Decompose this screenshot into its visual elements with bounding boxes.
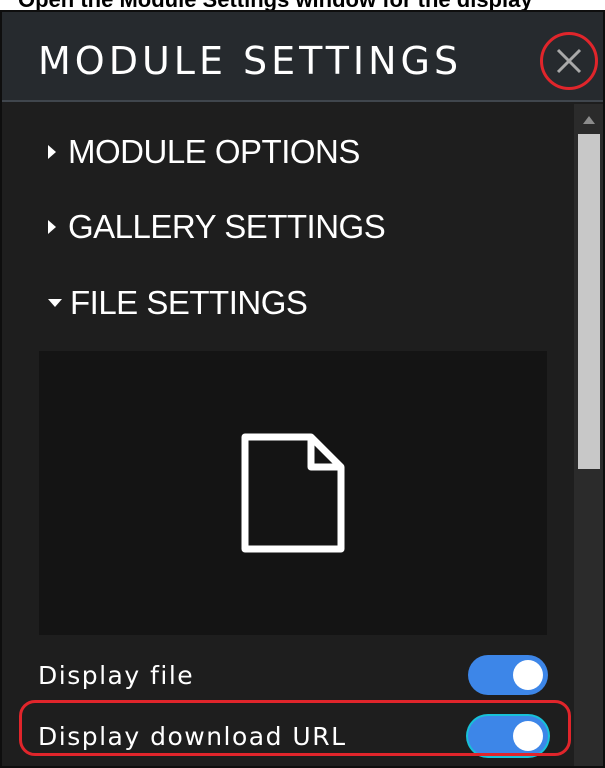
document-icon — [241, 433, 345, 553]
caret-right-icon — [48, 145, 56, 159]
top-caption-strip: Open the Module Settings window for the … — [0, 0, 605, 10]
display-file-toggle[interactable] — [468, 655, 548, 695]
file-preview[interactable] — [39, 351, 547, 635]
display-download-url-toggle[interactable] — [468, 716, 548, 756]
section-gallery-settings[interactable]: GALLERY SETTINGS — [48, 207, 386, 247]
close-x-icon — [556, 48, 582, 74]
section-file-settings[interactable]: FILE SETTINGS — [48, 283, 308, 323]
module-settings-panel: MODULE SETTINGS MODULE OPTIONS GALLERY S… — [0, 10, 605, 768]
toggle-label: Display download URL — [38, 721, 347, 751]
scroll-up-arrow-icon[interactable] — [583, 116, 595, 124]
panel-title: MODULE SETTINGS — [38, 39, 463, 83]
caret-down-icon — [48, 299, 62, 307]
section-label: GALLERY SETTINGS — [68, 208, 386, 245]
section-label: FILE SETTINGS — [70, 284, 308, 321]
panel-header: MODULE SETTINGS — [2, 12, 603, 102]
toggle-row-display-file: Display file — [38, 653, 548, 697]
close-button[interactable] — [540, 32, 598, 90]
vertical-scrollbar[interactable] — [574, 104, 603, 766]
toggle-row-display-download-url: Display download URL — [38, 714, 548, 758]
section-label: MODULE OPTIONS — [68, 133, 360, 170]
toggle-label: Display file — [38, 660, 195, 690]
toggle-knob — [513, 660, 543, 690]
caption-text: Open the Module Settings window for the … — [18, 0, 533, 10]
scroll-thumb[interactable] — [578, 134, 600, 469]
section-module-options[interactable]: MODULE OPTIONS — [48, 132, 360, 172]
caret-right-icon — [48, 220, 56, 234]
toggle-knob — [513, 721, 543, 751]
